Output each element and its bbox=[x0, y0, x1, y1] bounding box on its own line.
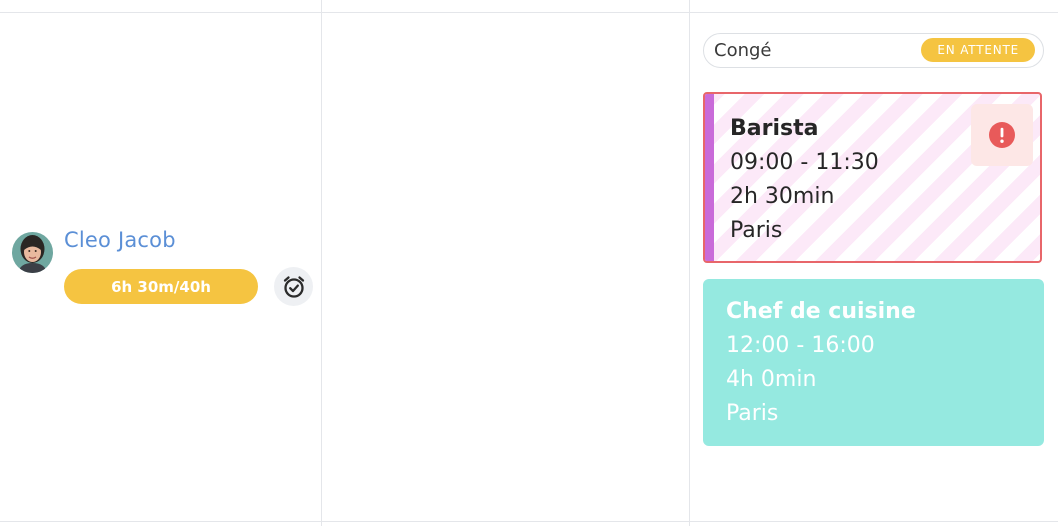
grid-line-top bbox=[0, 12, 1058, 13]
overtime-alarm-button[interactable] bbox=[274, 267, 313, 306]
grid-line-bottom bbox=[0, 521, 1058, 522]
shift-duration: 2h 30min bbox=[730, 184, 835, 209]
shift-time: 12:00 - 16:00 bbox=[726, 333, 875, 358]
leave-request[interactable]: Congé EN ATTENTE bbox=[703, 33, 1044, 68]
shift-location: Paris bbox=[730, 218, 783, 243]
shift-details: Chef de cuisine 12:00 - 16:00 4h 0min Pa… bbox=[726, 295, 916, 431]
shift-time: 09:00 - 11:30 bbox=[730, 150, 879, 175]
shift-role: Barista bbox=[730, 116, 819, 141]
exclamation-circle-icon bbox=[989, 122, 1015, 148]
avatar bbox=[12, 232, 53, 273]
leave-label: Congé bbox=[714, 40, 772, 61]
shift-card-chef-de-cuisine[interactable]: Chef de cuisine 12:00 - 16:00 4h 0min Pa… bbox=[703, 279, 1044, 446]
shift-accent-bar bbox=[705, 94, 714, 261]
shift-location: Paris bbox=[726, 401, 779, 426]
employee-name[interactable]: Cleo Jacob bbox=[64, 228, 176, 252]
shift-details: Barista 09:00 - 11:30 2h 30min Paris bbox=[730, 112, 879, 248]
shift-duration: 4h 0min bbox=[726, 367, 817, 392]
avatar-image bbox=[12, 232, 53, 273]
grid-column-divider-2 bbox=[689, 0, 690, 526]
grid-column-divider-1 bbox=[321, 0, 322, 526]
shift-role: Chef de cuisine bbox=[726, 299, 916, 324]
hours-badge: 6h 30m/40h bbox=[64, 269, 258, 304]
alarm-clock-check-icon bbox=[283, 275, 304, 298]
status-badge: EN ATTENTE bbox=[921, 38, 1035, 62]
shift-card-barista[interactable]: Barista 09:00 - 11:30 2h 30min Paris bbox=[703, 92, 1042, 263]
conflict-alert[interactable] bbox=[971, 104, 1033, 166]
